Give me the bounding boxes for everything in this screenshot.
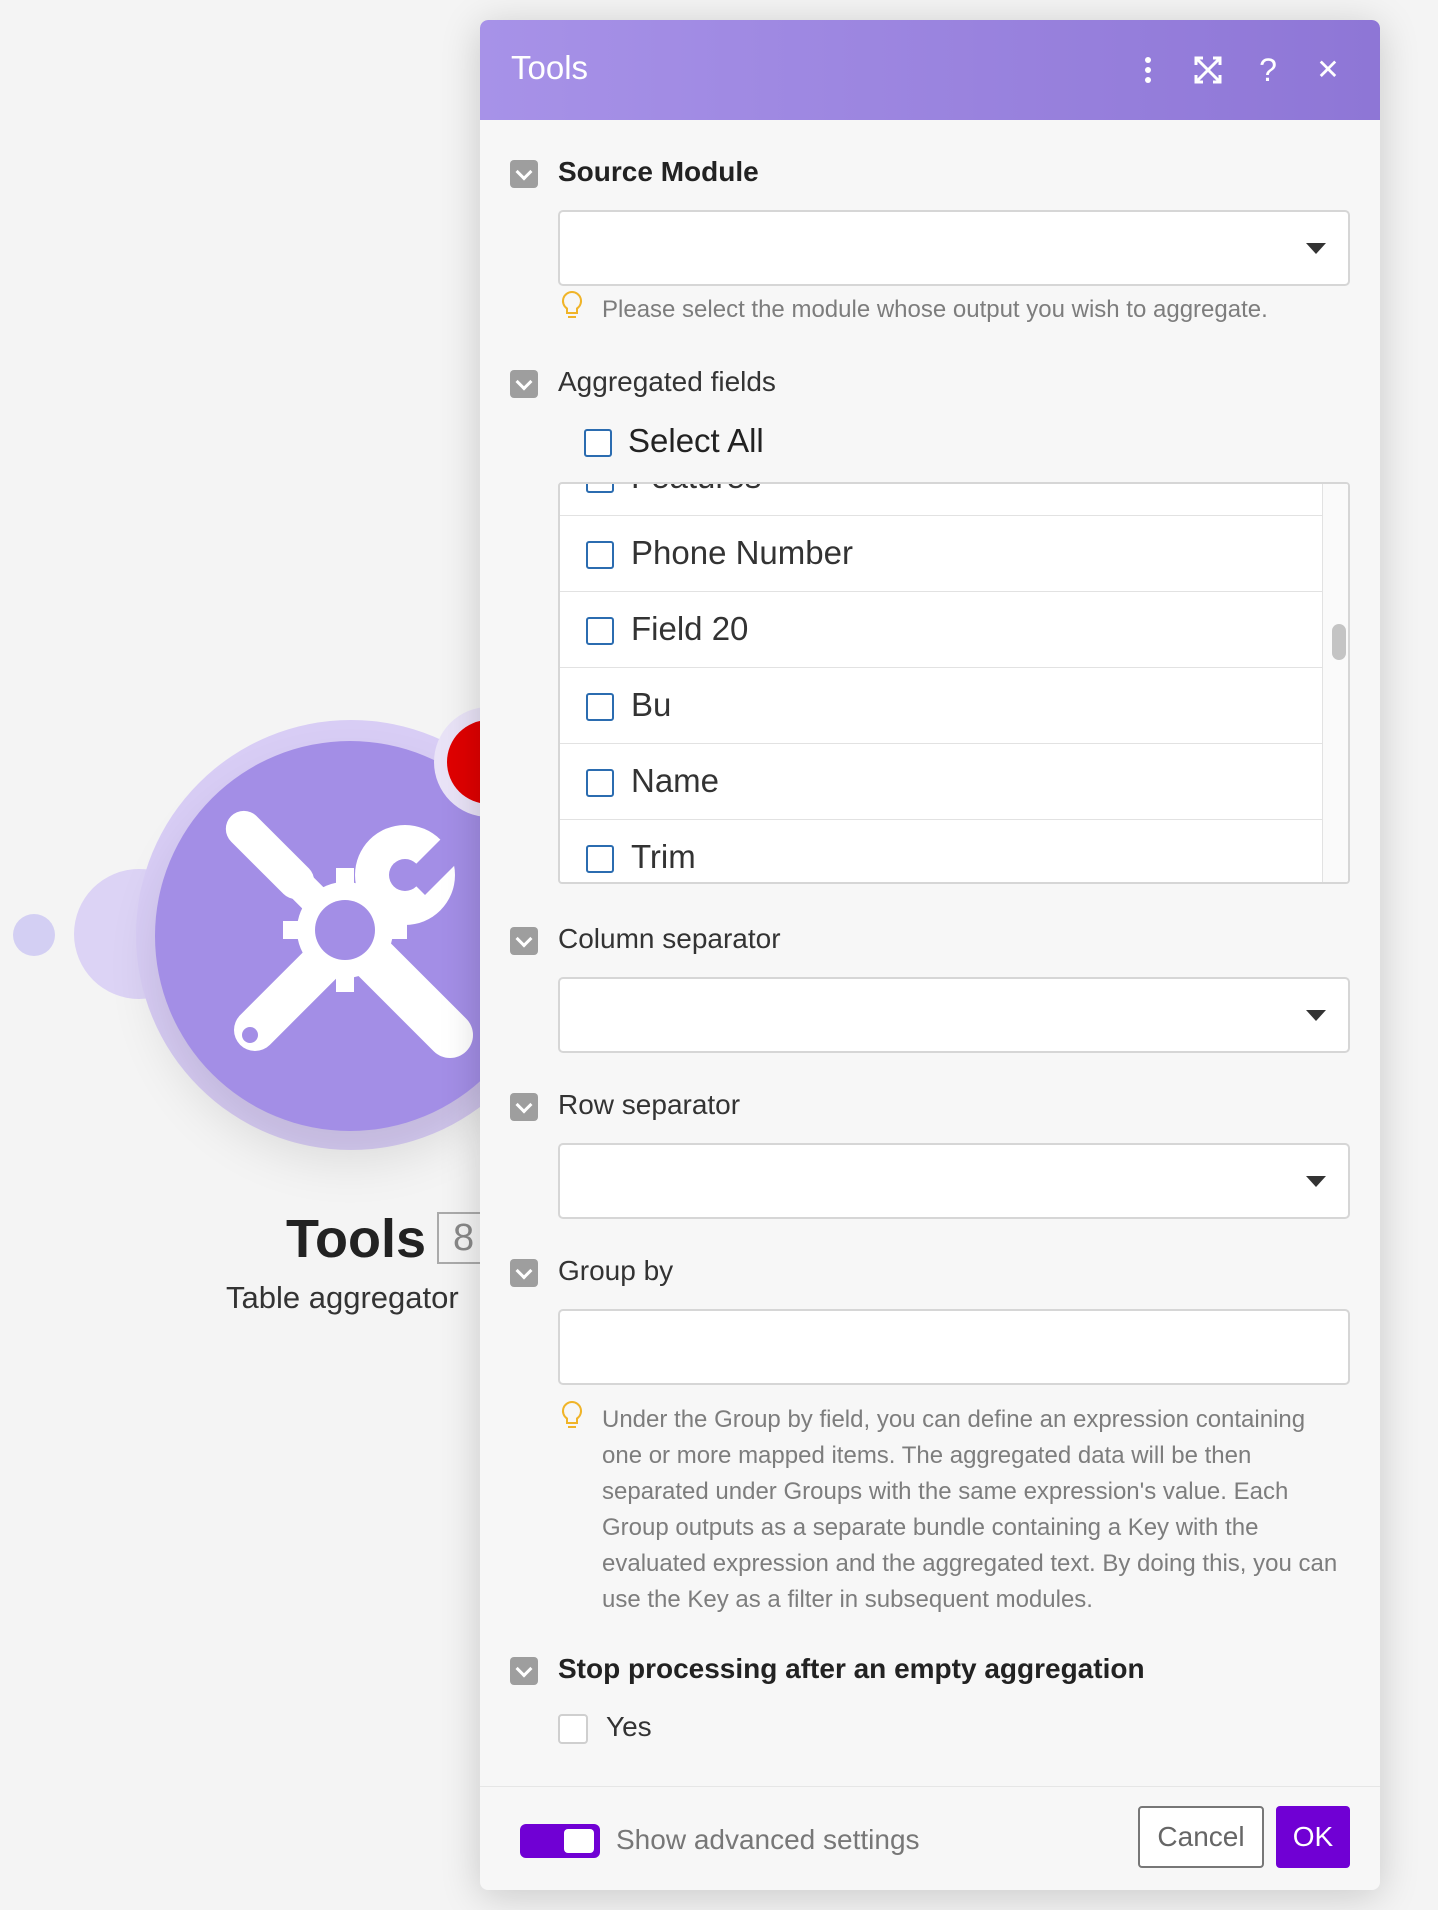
list-item[interactable]: Bu	[560, 668, 1322, 744]
column-separator-label: Column separator	[558, 923, 781, 954]
dialog-header: Tools ? ✕	[480, 20, 1380, 120]
aggregated-fields-toggle-checkbox[interactable]	[510, 370, 538, 398]
list-item[interactable]: Name	[560, 744, 1322, 820]
toggle-knob	[564, 1829, 594, 1853]
field-checkbox[interactable]	[586, 845, 614, 873]
advanced-settings-label[interactable]: Show advanced settings	[616, 1824, 920, 1856]
close-icon[interactable]: ✕	[1308, 50, 1348, 90]
field-label: Trim	[631, 838, 696, 875]
group-by-input[interactable]	[558, 1309, 1350, 1385]
lightbulb-icon	[561, 290, 583, 318]
field-checkbox[interactable]	[586, 693, 614, 721]
tools-icon	[225, 810, 480, 1058]
footer-divider	[480, 1786, 1380, 1787]
row-separator-select[interactable]	[558, 1143, 1350, 1219]
group-by-toggle-checkbox[interactable]	[510, 1259, 538, 1287]
row-separator-toggle-checkbox[interactable]	[510, 1093, 538, 1121]
field-label: Features	[631, 484, 761, 496]
advanced-settings-toggle[interactable]	[520, 1824, 600, 1858]
module-name: Tools	[286, 1209, 426, 1269]
chevron-down-icon	[1306, 243, 1326, 254]
source-module-hint: Please select the module whose output yo…	[602, 296, 1268, 323]
column-separator-toggle-checkbox[interactable]	[510, 927, 538, 955]
list-item[interactable]: Phone Number	[560, 516, 1322, 592]
cancel-button[interactable]: Cancel	[1138, 1806, 1264, 1868]
expand-icon[interactable]	[1188, 50, 1228, 90]
column-separator-select[interactable]	[558, 977, 1350, 1053]
module-settings-dialog: Tools ? ✕ Source Module Please select th…	[480, 20, 1380, 1890]
field-checkbox[interactable]	[586, 541, 614, 569]
select-all-label[interactable]: Select All	[628, 422, 764, 460]
field-checkbox[interactable]	[586, 617, 614, 645]
list-item[interactable]: Features	[560, 484, 1322, 516]
select-all-checkbox[interactable]	[584, 429, 612, 457]
field-checkbox[interactable]	[586, 769, 614, 797]
group-by-hint: Under the Group by field, you can define…	[602, 1406, 1338, 1613]
stop-processing-label: Stop processing after an empty aggregati…	[558, 1653, 1145, 1684]
chevron-down-icon	[1306, 1010, 1326, 1021]
group-by-label: Group by	[558, 1255, 674, 1286]
aggregated-fields-list[interactable]: Features Phone Number Field 20 Bu Name T…	[558, 482, 1350, 884]
field-checkbox[interactable]	[586, 484, 614, 493]
dialog-title: Tools	[511, 49, 589, 86]
ok-button[interactable]: OK	[1276, 1806, 1350, 1868]
field-label: Bu	[631, 686, 672, 723]
help-icon[interactable]: ?	[1248, 50, 1288, 90]
field-label: Name	[631, 762, 720, 799]
connector-dot	[13, 914, 55, 956]
chevron-down-icon	[1306, 1176, 1326, 1187]
scrollbar-thumb[interactable]	[1332, 624, 1346, 660]
stop-processing-toggle-checkbox[interactable]	[510, 1657, 538, 1685]
list-item[interactable]: Field 20	[560, 592, 1322, 668]
list-scrollbar[interactable]	[1322, 484, 1348, 882]
source-module-select[interactable]	[558, 210, 1350, 286]
field-label: Phone Number	[631, 534, 853, 571]
row-separator-label: Row separator	[558, 1089, 741, 1120]
stop-processing-yes-label[interactable]: Yes	[606, 1711, 652, 1743]
source-module-toggle-checkbox[interactable]	[510, 160, 538, 188]
aggregated-fields-label: Aggregated fields	[558, 366, 776, 397]
field-label: Field 20	[631, 610, 749, 647]
list-item[interactable]: Trim	[560, 820, 1322, 882]
lightbulb-icon	[561, 1400, 583, 1428]
source-module-label: Source Module	[558, 156, 759, 187]
stop-processing-yes-checkbox[interactable]	[558, 1714, 588, 1744]
more-vertical-icon[interactable]	[1128, 50, 1168, 90]
module-subtitle: Table aggregator	[226, 1280, 459, 1315]
